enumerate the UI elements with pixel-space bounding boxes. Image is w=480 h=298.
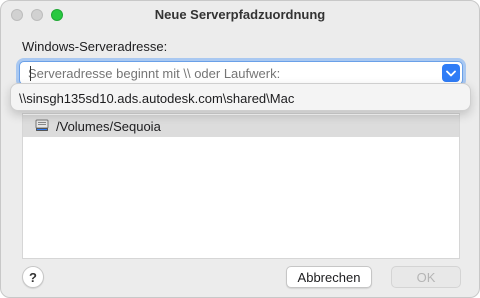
drive-icon [35,119,49,131]
title-bar: Neue Serverpfadzuordnung [1,1,479,29]
volumes-list[interactable]: /Volumes/Sequoia [22,113,460,259]
server-address-label: Windows-Serveradresse: [22,39,168,54]
autocomplete-suggestion[interactable]: \\sinsgh135sd10.ads.autodesk.com\shared\… [19,91,294,106]
combobox-dropdown-button[interactable] [442,64,460,82]
server-address-combobox[interactable] [19,61,463,85]
server-address-input[interactable] [28,65,428,82]
cancel-button[interactable]: Abbrechen [286,266,372,288]
list-item[interactable]: /Volumes/Sequoia [23,115,459,137]
chevron-down-icon [446,70,456,76]
text-cursor [30,66,31,81]
volume-label: /Volumes/Sequoia [56,119,161,134]
dialog-window: Neue Serverpfadzuordnung Windows-Servera… [0,0,480,298]
window-title: Neue Serverpfadzuordnung [154,7,326,22]
autocomplete-dropdown: \\sinsgh135sd10.ads.autodesk.com\shared\… [10,83,471,111]
ok-button[interactable]: OK [391,266,461,288]
help-button[interactable]: ? [22,266,44,288]
